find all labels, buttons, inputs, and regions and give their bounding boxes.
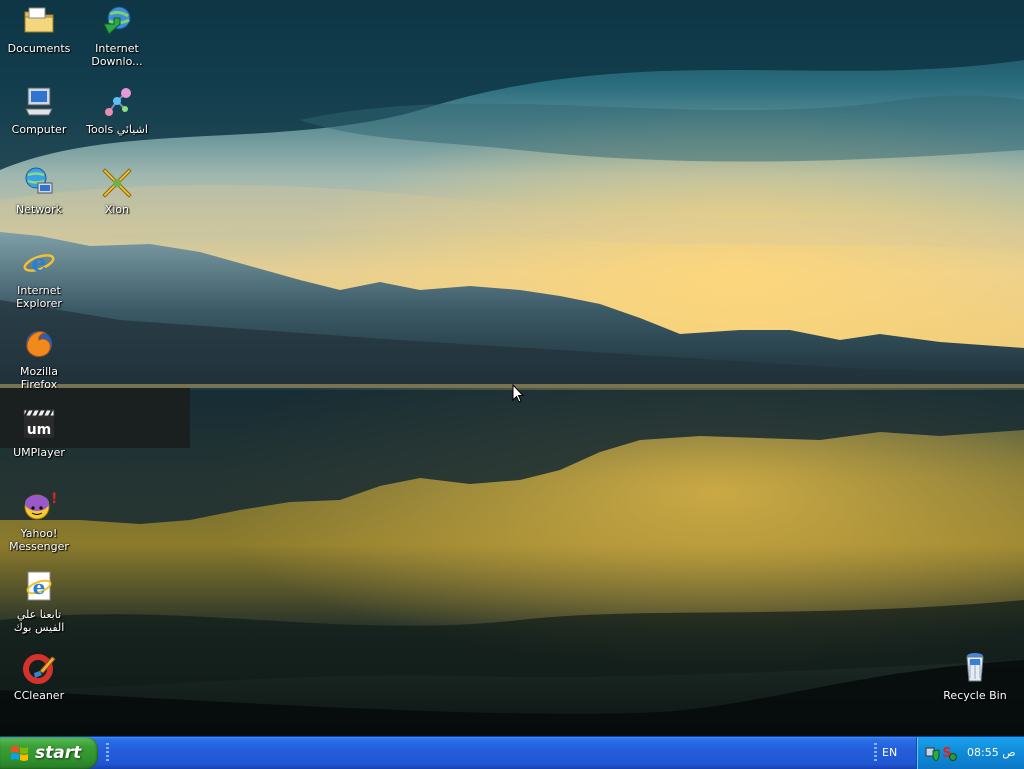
- facebook-shortcut[interactable]: e تابعنا علي الفيس بوك: [0, 570, 78, 634]
- ccleaner-icon: [22, 651, 56, 685]
- system-tray: S 08:55 ص: [916, 737, 1024, 769]
- internet-download-manager-label: Internet Downlo...: [91, 42, 143, 68]
- taskbar-grip[interactable]: [106, 743, 109, 763]
- recycle-bin-label: Recycle Bin: [943, 689, 1007, 702]
- computer-icon: [22, 85, 56, 119]
- start-button[interactable]: start: [0, 737, 98, 769]
- language-bar-grip[interactable]: [874, 743, 877, 763]
- umplayer-label: UMPlayer: [13, 446, 65, 459]
- network-globe-icon: [22, 165, 56, 199]
- network-shortcut[interactable]: Network: [0, 165, 78, 216]
- facebook-shortcut-label: تابعنا علي الفيس بوك: [13, 608, 65, 634]
- computer-label: Computer: [11, 123, 67, 136]
- documents-label: Documents: [7, 42, 71, 55]
- start-label: start: [35, 743, 82, 763]
- svg-text:e: e: [31, 248, 46, 277]
- molecule-icon: [100, 85, 134, 119]
- mozilla-firefox-shortcut[interactable]: Mozilla Firefox: [0, 327, 78, 391]
- firefox-icon: [22, 327, 56, 361]
- language-indicator[interactable]: EN: [882, 737, 897, 769]
- internet-explorer-page-icon: e: [22, 570, 56, 604]
- svg-text:!: !: [51, 491, 56, 507]
- xion-shortcut[interactable]: Xion: [78, 165, 156, 216]
- internet-explorer-label: Internet Explorer: [16, 284, 62, 310]
- folder-icon: [22, 4, 56, 38]
- ccleaner-label: CCleaner: [13, 689, 65, 702]
- security-s-icon[interactable]: S: [941, 745, 957, 761]
- mouse-cursor-icon: [512, 384, 524, 403]
- windows-flag-icon: [11, 746, 28, 761]
- tools-label: Tools اشيائي: [86, 123, 148, 136]
- internet-explorer-icon: e: [22, 246, 56, 280]
- computer-shortcut[interactable]: Computer: [0, 85, 78, 136]
- network-label: Network: [16, 203, 62, 216]
- ccleaner-shortcut[interactable]: CCleaner: [0, 651, 78, 702]
- umplayer-icon: um: [22, 408, 56, 442]
- xion-icon: [100, 165, 134, 199]
- network-shield-icon[interactable]: [925, 745, 941, 761]
- recycle-bin-shortcut[interactable]: Recycle Bin: [936, 651, 1014, 702]
- download-globe-icon: [100, 4, 134, 38]
- clock[interactable]: 08:55 ص: [967, 737, 1016, 769]
- yahoo-messenger-label: Yahoo! Messenger: [9, 527, 69, 553]
- umplayer-shortcut[interactable]: um UMPlayer: [0, 408, 78, 459]
- svg-text:e: e: [33, 575, 46, 599]
- taskbar: start EN S 08:55 ص: [0, 736, 1024, 769]
- xion-label: Xion: [104, 203, 130, 216]
- mozilla-firefox-label: Mozilla Firefox: [20, 365, 58, 391]
- recycle-bin-icon: [958, 651, 992, 685]
- svg-text:um: um: [27, 422, 52, 438]
- documents-shortcut[interactable]: Documents: [0, 4, 78, 55]
- internet-download-manager-shortcut[interactable]: Internet Downlo...: [78, 4, 156, 68]
- internet-explorer-shortcut[interactable]: e Internet Explorer: [0, 246, 78, 310]
- yahoo-messenger-shortcut[interactable]: ! Yahoo! Messenger: [0, 489, 78, 553]
- tools-shortcut[interactable]: Tools اشيائي: [78, 85, 156, 136]
- yahoo-messenger-icon: !: [22, 489, 56, 523]
